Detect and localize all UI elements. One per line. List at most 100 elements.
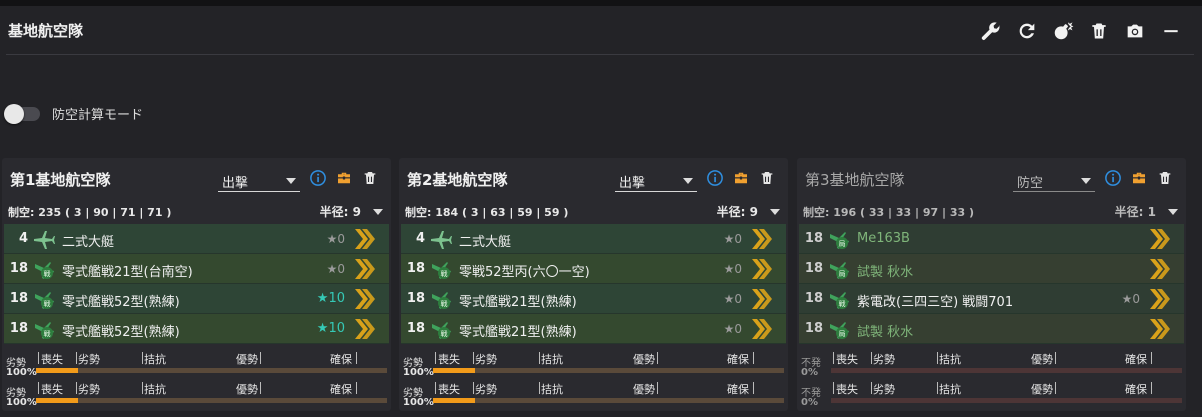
proficiency-chevron-icon[interactable] [353, 287, 375, 311]
info-icon[interactable] [706, 169, 724, 187]
proficiency-chevron-icon[interactable] [1148, 227, 1170, 251]
wrench-icon[interactable] [980, 20, 1002, 42]
scale-tick [539, 382, 540, 394]
flying-boat-icon[interactable] [32, 227, 56, 251]
plane-slot[interactable]: 18 戦 零式艦戦52型(熟練) ★10 [4, 314, 389, 344]
plane-name[interactable]: 試製 秋水 [857, 261, 913, 280]
fighter-icon[interactable]: 戦 [32, 257, 56, 281]
plane-slot[interactable]: 4 二式大艇 ★0 [401, 224, 786, 254]
plane-name[interactable]: 零式艦戦21型(台南空) [62, 261, 193, 280]
fighter-icon[interactable]: 戦 [32, 287, 56, 311]
plane-slot[interactable]: 4 二式大艇 ★0 [4, 224, 389, 254]
scale-label-superior: 優勢 [236, 383, 258, 396]
plane-name[interactable]: 零式艦戦21型(熟練) [459, 321, 577, 340]
reload-icon[interactable] [1016, 20, 1038, 42]
corps-mode-select[interactable]: 防空 [1013, 168, 1095, 192]
proficiency-star[interactable]: ★0 [724, 292, 742, 306]
plane-name[interactable]: 零式艦戦21型(熟練) [459, 291, 577, 310]
air-state-bar: 不発 0% 喪失 劣勢 拮抗 優勢 確保 [799, 350, 1184, 380]
interceptor-icon[interactable]: 局 [827, 257, 851, 281]
slot-count[interactable]: 18 [799, 291, 823, 306]
plane-slot[interactable]: 18 局 Me163B [799, 224, 1184, 254]
proficiency-chevron-icon[interactable] [1148, 287, 1170, 311]
proficiency-star[interactable]: ★0 [724, 232, 742, 246]
slot-count[interactable]: 18 [401, 261, 425, 276]
air-state-track [36, 368, 387, 373]
toolbox-icon[interactable] [335, 169, 353, 187]
plane-slot[interactable]: 18 戦 零戦52型丙(六〇一空) ★0 [401, 254, 786, 284]
plane-slot[interactable]: 18 局 試製 秋水 [799, 314, 1184, 344]
plane-slot[interactable]: 18 戦 零式艦戦21型(熟練) ★0 [401, 314, 786, 344]
proficiency-star[interactable]: ★0 [327, 262, 345, 276]
slot-count[interactable]: 4 [4, 231, 28, 246]
air-state-fill [433, 398, 476, 403]
plane-slot[interactable]: 18 戦 紫電改(三四三空) 戦闘701 ★0 [799, 284, 1184, 314]
proficiency-chevron-icon[interactable] [353, 257, 375, 281]
plane-name[interactable]: Me163B [857, 231, 910, 246]
slot-count[interactable]: 18 [799, 321, 823, 336]
proficiency-star[interactable]: ★0 [1122, 292, 1140, 306]
trash-icon[interactable] [758, 169, 776, 187]
toolbox-icon[interactable] [732, 169, 750, 187]
plane-slot[interactable]: 18 戦 零式艦戦21型(熟練) ★0 [401, 284, 786, 314]
slot-count[interactable]: 18 [799, 261, 823, 276]
proficiency-chevron-icon[interactable] [750, 257, 772, 281]
plane-name[interactable]: 二式大艇 [62, 231, 114, 250]
proficiency-star[interactable]: ★10 [317, 291, 345, 306]
plane-name[interactable]: 二式大艇 [459, 231, 511, 250]
air-state-bar: 劣勢 100% 喪失 劣勢 拮抗 優勢 確保 [401, 350, 786, 380]
minimize-icon[interactable] [1160, 20, 1182, 42]
combat-radius-select[interactable]: 半径: 9 [320, 203, 383, 220]
fighter-icon[interactable]: 戦 [429, 257, 453, 281]
proficiency-star[interactable]: ★0 [327, 232, 345, 246]
plane-name[interactable]: 零戦52型丙(六〇一空) [459, 261, 590, 280]
combat-radius-select[interactable]: 半径: 1 [1115, 203, 1178, 220]
slot-count[interactable]: 18 [4, 261, 28, 276]
slot-count[interactable]: 4 [401, 231, 425, 246]
corps-mode-select[interactable]: 出撃 [218, 168, 300, 192]
proficiency-star[interactable]: ★0 [724, 262, 742, 276]
flying-boat-icon[interactable] [429, 227, 453, 251]
proficiency-star[interactable]: ★0 [724, 322, 742, 336]
camera-icon[interactable] [1124, 20, 1146, 42]
plane-name[interactable]: 試製 秋水 [857, 321, 913, 340]
fighter-icon[interactable]: 戦 [429, 287, 453, 311]
info-icon[interactable] [1104, 169, 1122, 187]
trash-icon[interactable] [361, 169, 379, 187]
slot-count[interactable]: 18 [401, 291, 425, 306]
corps-mode-select[interactable]: 出撃 [615, 168, 697, 192]
combat-radius-select[interactable]: 半径: 9 [717, 203, 780, 220]
aa-calc-mode-toggle[interactable] [4, 103, 40, 124]
trash-icon[interactable] [1156, 169, 1174, 187]
fighter-icon[interactable]: 戦 [827, 287, 851, 311]
interceptor-icon[interactable]: 局 [827, 227, 851, 251]
bomb-icon[interactable] [1052, 20, 1074, 42]
slot-count[interactable]: 18 [401, 321, 425, 336]
slot-count[interactable]: 18 [4, 291, 28, 306]
proficiency-chevron-icon[interactable] [1148, 257, 1170, 281]
proficiency-star[interactable]: ★10 [317, 321, 345, 336]
air-corps-panel-2: 第2基地航空隊 出撃 制空: 184 ( 3 | 63 | 59 | 59 ) … [399, 158, 788, 411]
proficiency-chevron-icon[interactable] [1148, 317, 1170, 341]
plane-slot[interactable]: 18 戦 零式艦戦52型(熟練) ★10 [4, 284, 389, 314]
info-icon[interactable] [309, 169, 327, 187]
plane-slot[interactable]: 18 戦 零式艦戦21型(台南空) ★0 [4, 254, 389, 284]
plane-name[interactable]: 零式艦戦52型(熟練) [62, 291, 180, 310]
toolbox-icon[interactable] [1130, 169, 1148, 187]
plane-name[interactable]: 紫電改(三四三空) 戦闘701 [857, 291, 1013, 310]
plane-name[interactable]: 零式艦戦52型(熟練) [62, 321, 180, 340]
trash-icon[interactable] [1088, 20, 1110, 42]
plane-slot[interactable]: 18 局 試製 秋水 [799, 254, 1184, 284]
interceptor-icon[interactable]: 局 [827, 317, 851, 341]
svg-text:局: 局 [839, 330, 846, 338]
proficiency-chevron-icon[interactable] [353, 227, 375, 251]
fighter-icon[interactable]: 戦 [32, 317, 56, 341]
slot-count[interactable]: 18 [4, 321, 28, 336]
slot-count[interactable]: 18 [799, 231, 823, 246]
fighter-icon[interactable]: 戦 [429, 317, 453, 341]
proficiency-chevron-icon[interactable] [353, 317, 375, 341]
air-state-bars: 劣勢 100% 喪失 劣勢 拮抗 優勢 確保 劣勢 100% 喪失 劣勢 拮抗 優勢 確保 [4, 350, 389, 410]
proficiency-chevron-icon[interactable] [750, 287, 772, 311]
proficiency-chevron-icon[interactable] [750, 227, 772, 251]
proficiency-chevron-icon[interactable] [750, 317, 772, 341]
